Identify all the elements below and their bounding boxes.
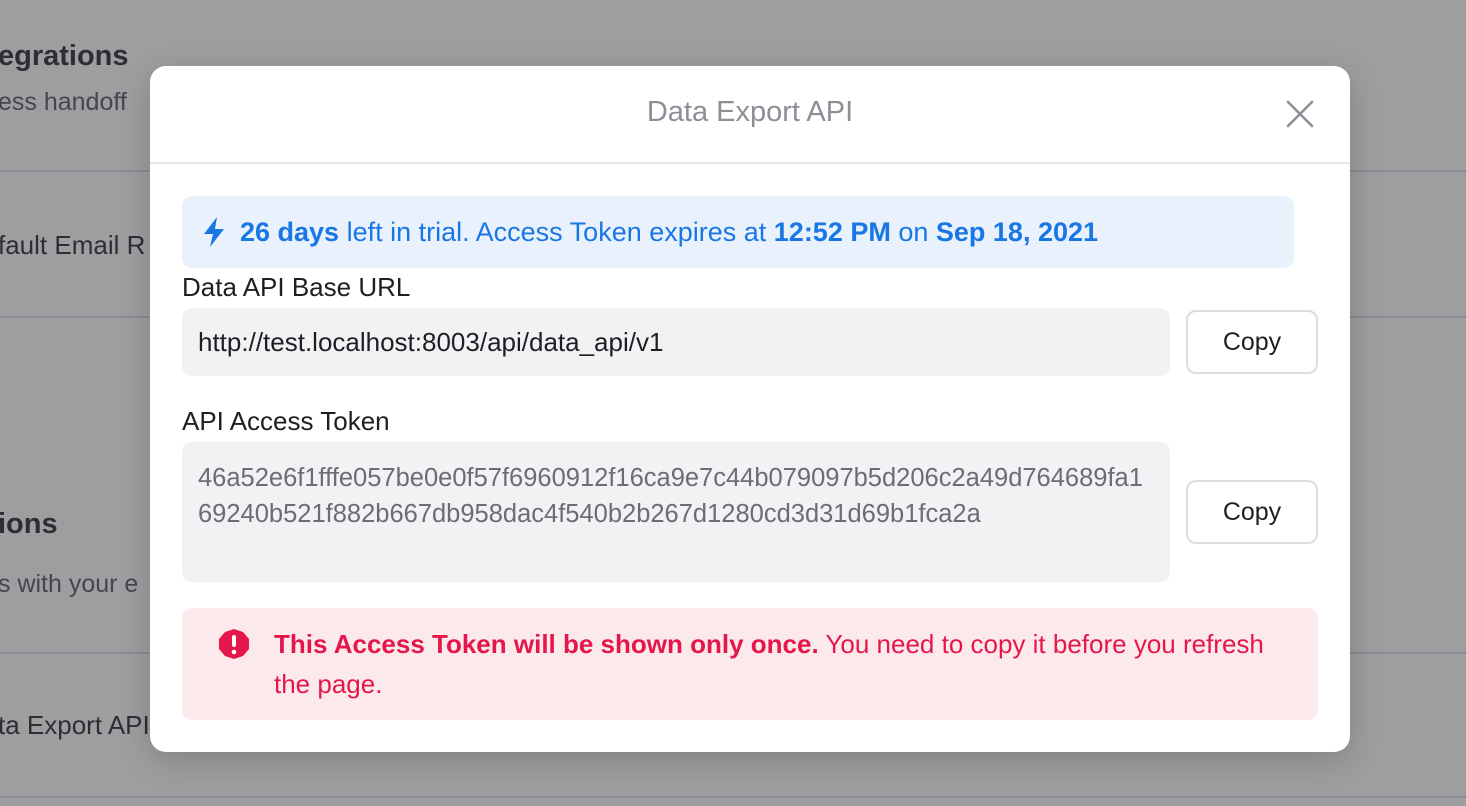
modal-header: Data Export API <box>150 66 1350 164</box>
trial-text: left in trial. Access Token expires at <box>339 216 774 247</box>
data-export-api-modal: Data Export API 26 days left in trial. A… <box>150 66 1350 752</box>
token-warning-alert: This Access Token will be shown only onc… <box>182 608 1318 720</box>
close-icon <box>1286 100 1314 128</box>
trial-expiry-date: Sep 18, 2021 <box>935 216 1099 247</box>
copy-base-url-button[interactable]: Copy <box>1186 310 1318 374</box>
trial-banner: 26 days left in trial. Access Token expi… <box>182 196 1294 268</box>
trial-expiry-time: 12:52 PM <box>773 216 891 247</box>
copy-access-token-button[interactable]: Copy <box>1186 480 1318 544</box>
base-url-field[interactable]: http://test.localhost:8003/api/data_api/… <box>182 308 1170 376</box>
trial-days: 26 days <box>240 216 340 247</box>
modal-title: Data Export API <box>646 96 854 128</box>
trial-text: on <box>890 216 936 247</box>
warning-text: This Access Token will be shown only onc… <box>274 624 1284 704</box>
exclamation-circle-icon <box>218 628 250 671</box>
access-token-label: API Access Token <box>182 406 390 436</box>
base-url-label: Data API Base URL <box>182 272 411 302</box>
access-token-field[interactable]: 46a52e6f1fffe057be0e0f57f6960912f16ca9e7… <box>182 442 1170 582</box>
close-button[interactable] <box>1284 98 1316 130</box>
warning-bold-text: This Access Token will be shown only onc… <box>274 629 819 659</box>
lightning-bolt-icon <box>202 216 226 248</box>
